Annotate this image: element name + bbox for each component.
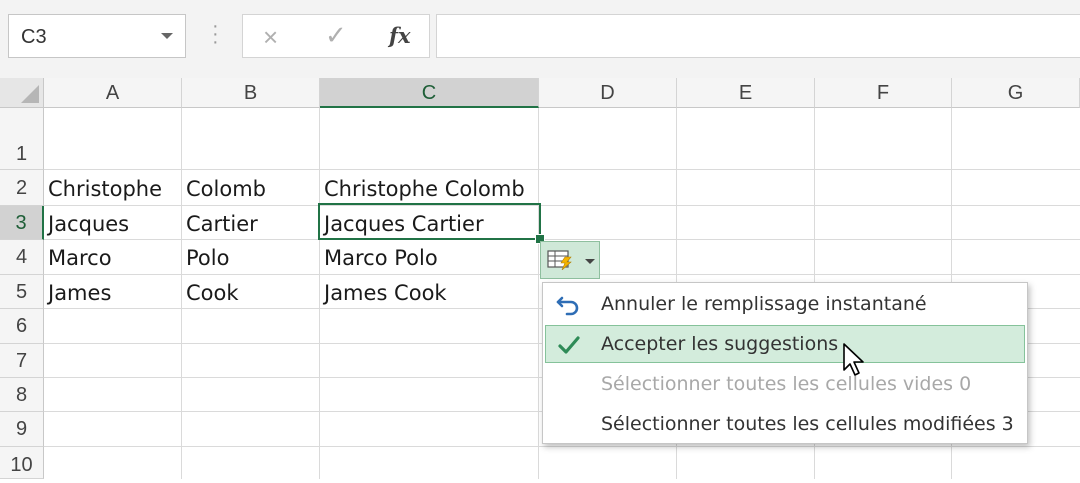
cell-a4[interactable]: Marco (48, 246, 112, 270)
row-header-7[interactable]: 7 (0, 344, 44, 378)
row-header-1[interactable]: 1 (0, 108, 44, 170)
flash-fill-options-button[interactable] (540, 241, 600, 279)
menu-item-label: Sélectionner toutes les cellules modifié… (601, 413, 1014, 435)
column-header-b[interactable]: B (182, 78, 320, 108)
undo-icon (556, 296, 579, 316)
gridline (181, 108, 182, 479)
gridline (44, 239, 1080, 240)
row-header-5[interactable]: 5 (0, 275, 44, 309)
cell-c5[interactable]: James Cook (324, 281, 447, 305)
menu-item-select-empty-cells: Sélectionner toutes les cellules vides 0 (545, 365, 1025, 403)
name-box[interactable]: C3 (8, 14, 186, 58)
column-header-a[interactable]: A (44, 78, 182, 108)
column-header-d[interactable]: D (539, 78, 677, 108)
menu-item-label: Sélectionner toutes les cellules vides 0 (601, 373, 972, 395)
cell-b2[interactable]: Colomb (186, 177, 266, 201)
menu-item-select-changed-cells[interactable]: Sélectionner toutes les cellules modifié… (545, 405, 1025, 443)
menu-item-label: Accepter les suggestions (601, 333, 839, 355)
row-header-8[interactable]: 8 (0, 378, 44, 412)
cell-a2[interactable]: Christophe (48, 177, 162, 201)
cell-a5[interactable]: James (48, 281, 111, 305)
gridline (538, 108, 539, 479)
gridline (44, 446, 1080, 447)
more-vertical-icon[interactable]: · · · (212, 16, 219, 52)
cancel-icon[interactable]: × (263, 22, 278, 53)
menu-item-label: Annuler le remplissage instantané (601, 293, 927, 315)
enter-icon[interactable]: ✓ (325, 20, 347, 51)
chevron-down-icon[interactable] (161, 33, 173, 39)
formula-buttons: × ✓ fx (242, 14, 430, 58)
column-header-e[interactable]: E (677, 78, 815, 108)
gridline (44, 205, 1080, 206)
cell-b3[interactable]: Cartier (186, 212, 258, 236)
cell-c2[interactable]: Christophe Colomb (324, 177, 525, 201)
row-header-4[interactable]: 4 (0, 240, 44, 275)
active-cell-border (318, 203, 541, 240)
cell-b5[interactable]: Cook (186, 281, 239, 305)
flash-fill-icon (547, 250, 572, 270)
row-header-10[interactable]: 10 (0, 447, 44, 479)
select-all-triangle-icon (21, 85, 39, 103)
name-box-value: C3 (21, 26, 47, 48)
column-header-g[interactable]: G (952, 78, 1080, 108)
cell-a3[interactable]: Jacques (48, 212, 129, 236)
chevron-down-icon (585, 259, 595, 264)
select-all-button[interactable] (0, 78, 44, 108)
menu-item-accept-suggestions[interactable]: Accepter les suggestions (545, 325, 1025, 363)
column-header-f[interactable]: F (815, 78, 952, 108)
formula-bar: C3 · · · × ✓ fx (0, 0, 1080, 78)
insert-function-icon[interactable]: fx (389, 23, 411, 48)
row-header-6[interactable]: 6 (0, 309, 44, 344)
flash-fill-menu: Annuler le remplissage instantané Accept… (542, 282, 1028, 444)
row-header-2[interactable]: 2 (0, 170, 44, 206)
mouse-pointer-icon (843, 343, 864, 376)
row-header-3[interactable]: 3 (0, 206, 44, 240)
gridline (44, 169, 1080, 170)
cell-c4[interactable]: Marco Polo (324, 246, 438, 270)
row-header-9[interactable]: 9 (0, 412, 44, 447)
formula-input[interactable] (436, 14, 1080, 58)
menu-item-undo-flash-fill[interactable]: Annuler le remplissage instantané (545, 285, 1025, 323)
check-icon (558, 336, 580, 354)
gridline (319, 108, 320, 479)
cell-b4[interactable]: Polo (186, 246, 229, 270)
column-header-c[interactable]: C (320, 78, 539, 108)
